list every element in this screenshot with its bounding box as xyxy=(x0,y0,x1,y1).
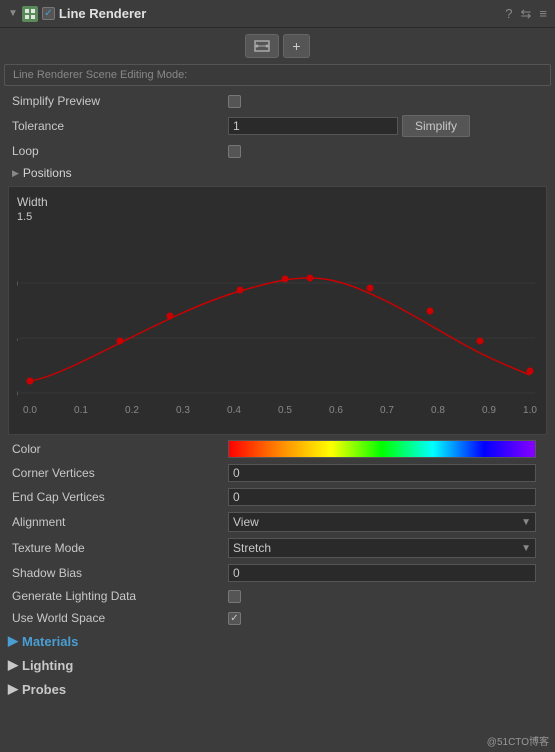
lighting-label: Lighting xyxy=(22,658,73,673)
use-world-space-row: Use World Space ✓ xyxy=(4,607,551,629)
materials-label: Materials xyxy=(22,634,78,649)
svg-text:0.5: 0.5 xyxy=(278,405,292,416)
tolerance-input[interactable] xyxy=(228,117,398,135)
color-row: Color xyxy=(4,437,551,461)
component-title: Line Renderer xyxy=(59,6,146,21)
shadow-bias-value xyxy=(228,564,547,582)
svg-text:0.4: 0.4 xyxy=(227,405,241,416)
corner-vertices-value xyxy=(228,464,547,482)
texture-mode-label: Texture Mode xyxy=(8,541,228,555)
svg-text:0.2: 0.2 xyxy=(125,405,139,416)
lighting-section-header[interactable]: ▶ Lighting xyxy=(0,653,555,677)
svg-text:0.0: 0.0 xyxy=(23,405,37,416)
color-value xyxy=(228,440,547,458)
end-cap-vertices-input[interactable] xyxy=(228,488,536,506)
component-enable-checkbox[interactable]: ✓ xyxy=(42,7,55,20)
component-icon xyxy=(22,6,38,22)
collapse-arrow-icon[interactable]: ▼ xyxy=(8,8,18,19)
alignment-dropdown[interactable]: View ▼ xyxy=(228,512,536,532)
component-header: ▼ ✓ Line Renderer ? ⇆ ≡ xyxy=(0,0,555,28)
overflow-menu-icon[interactable]: ≡ xyxy=(539,6,547,21)
lighting-expand-icon: ▶ xyxy=(8,657,18,673)
toolbar: + xyxy=(0,28,555,64)
svg-text:0.0: 0.0 xyxy=(17,389,18,400)
svg-text:0.6: 0.6 xyxy=(329,405,343,416)
header-actions: ? ⇆ ≡ xyxy=(505,6,547,22)
end-cap-vertices-row: End Cap Vertices xyxy=(4,485,551,509)
loop-label: Loop xyxy=(8,144,228,158)
corner-vertices-input[interactable] xyxy=(228,464,536,482)
loop-value xyxy=(228,145,547,158)
texture-mode-value: Stretch ▼ xyxy=(228,538,547,558)
generate-lighting-data-checkbox[interactable] xyxy=(228,590,241,603)
end-cap-vertices-label: End Cap Vertices xyxy=(8,490,228,504)
svg-text:0.8: 0.8 xyxy=(431,405,445,416)
chart-title: Width xyxy=(17,195,538,209)
svg-text:1.0: 1.0 xyxy=(523,405,537,416)
svg-text:0.5: 0.5 xyxy=(17,334,18,345)
svg-text:0.7: 0.7 xyxy=(380,405,394,416)
watermark: @51CTO博客 xyxy=(487,733,549,748)
positions-label: Positions xyxy=(23,166,72,180)
materials-section-header[interactable]: ▶ Materials xyxy=(0,629,555,653)
tolerance-row: Tolerance Simplify xyxy=(4,112,551,140)
help-icon[interactable]: ? xyxy=(505,6,512,21)
svg-text:1.0: 1.0 xyxy=(17,279,18,290)
use-world-space-value: ✓ xyxy=(228,612,547,625)
simplify-button[interactable]: Simplify xyxy=(402,115,470,137)
scene-edit-label: Line Renderer Scene Editing Mode: xyxy=(4,64,551,86)
alignment-dropdown-value: View xyxy=(233,515,259,529)
alignment-row: Alignment View ▼ xyxy=(4,509,551,535)
use-world-space-checkbox[interactable]: ✓ xyxy=(228,612,241,625)
simplify-preview-value xyxy=(228,95,547,108)
svg-text:0.3: 0.3 xyxy=(176,405,190,416)
positions-row[interactable]: ▶ Positions xyxy=(4,162,551,184)
settings-icon[interactable]: ⇆ xyxy=(521,6,532,22)
simplify-preview-row: Simplify Preview xyxy=(4,90,551,112)
generate-lighting-data-label: Generate Lighting Data xyxy=(8,589,228,603)
add-button[interactable]: + xyxy=(283,34,309,58)
alignment-dropdown-arrow: ▼ xyxy=(521,517,531,528)
generate-lighting-data-row: Generate Lighting Data xyxy=(4,585,551,607)
texture-mode-row: Texture Mode Stretch ▼ xyxy=(4,535,551,561)
loop-checkbox[interactable] xyxy=(228,145,241,158)
chart-svg[interactable]: 0.0 0.5 1.0 0.0 0.1 0.2 xyxy=(17,223,538,423)
color-label: Color xyxy=(8,442,228,456)
width-chart[interactable]: Width 1.5 0.0 0.5 1.0 xyxy=(8,186,547,435)
probes-label: Probes xyxy=(22,682,66,697)
texture-mode-dropdown-arrow: ▼ xyxy=(521,543,531,554)
generate-lighting-data-value xyxy=(228,590,547,603)
edit-mode-button[interactable] xyxy=(245,34,279,58)
probes-expand-icon: ▶ xyxy=(8,681,18,697)
corner-vertices-row: Corner Vertices xyxy=(4,461,551,485)
simplify-preview-checkbox[interactable] xyxy=(228,95,241,108)
corner-vertices-label: Corner Vertices xyxy=(8,466,228,480)
materials-expand-icon: ▶ xyxy=(8,633,18,649)
header-left: ▼ ✓ Line Renderer xyxy=(8,6,505,22)
simplify-preview-label: Simplify Preview xyxy=(8,94,228,108)
alignment-value: View ▼ xyxy=(228,512,547,532)
positions-expand-icon: ▶ xyxy=(12,168,19,179)
use-world-space-label: Use World Space xyxy=(8,611,228,625)
svg-text:0.9: 0.9 xyxy=(482,405,496,416)
shadow-bias-input[interactable] xyxy=(228,564,536,582)
shadow-bias-row: Shadow Bias xyxy=(4,561,551,585)
loop-row: Loop xyxy=(4,140,551,162)
end-cap-vertices-value xyxy=(228,488,547,506)
texture-mode-dropdown-value: Stretch xyxy=(233,541,271,555)
texture-mode-dropdown[interactable]: Stretch ▼ xyxy=(228,538,536,558)
shadow-bias-label: Shadow Bias xyxy=(8,566,228,580)
probes-section-header[interactable]: ▶ Probes xyxy=(0,677,555,701)
alignment-label: Alignment xyxy=(8,515,228,529)
chart-value: 1.5 xyxy=(17,211,538,223)
inspector-content: Simplify Preview Tolerance Simplify Loop… xyxy=(0,90,555,629)
color-picker[interactable] xyxy=(228,440,536,458)
tolerance-label: Tolerance xyxy=(8,119,228,133)
svg-text:0.1: 0.1 xyxy=(74,405,88,416)
